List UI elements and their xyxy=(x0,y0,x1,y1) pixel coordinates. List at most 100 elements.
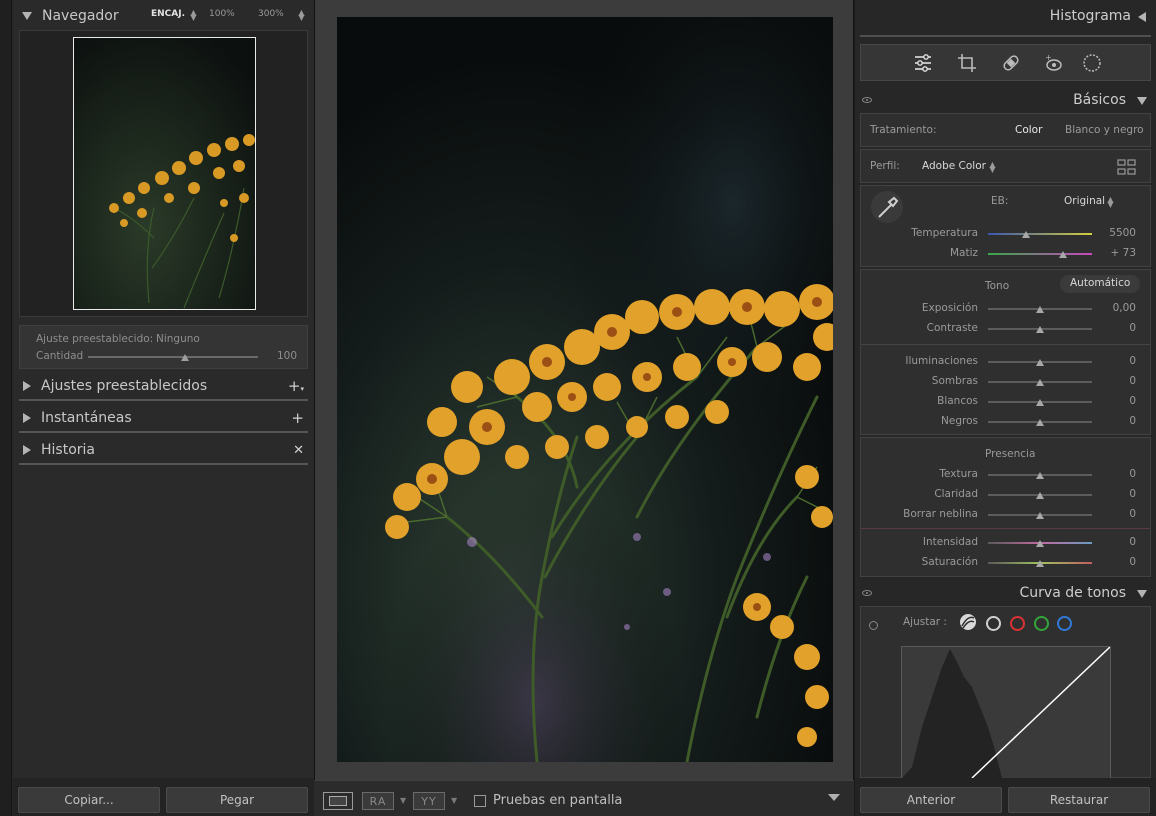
exposure-slider-thumb[interactable] xyxy=(1036,306,1044,313)
ra-dropdown-icon[interactable]: ▼ xyxy=(400,796,406,805)
whites-label: Blancos xyxy=(937,395,978,407)
whites-slider-thumb[interactable] xyxy=(1036,399,1044,406)
zoom-fit-updown-icon[interactable]: ▲ ▼ xyxy=(190,9,197,22)
soft-proof-checkbox[interactable] xyxy=(474,795,486,807)
plus-icon[interactable]: + xyxy=(291,409,304,427)
temperature-slider-thumb[interactable] xyxy=(1022,231,1031,238)
curve-green-channel-button[interactable] xyxy=(1034,616,1049,631)
collapse-triangle-icon[interactable] xyxy=(22,12,32,20)
curve-blue-channel-button[interactable] xyxy=(1057,616,1072,631)
wb-value[interactable]: Original xyxy=(1064,195,1105,207)
profile-value[interactable]: Adobe Color xyxy=(922,160,986,172)
copy-button[interactable]: Copiar... xyxy=(18,787,160,813)
basics-visibility-eye-icon[interactable] xyxy=(862,97,872,103)
section-snapshots[interactable]: Instantáneas + xyxy=(13,404,314,432)
histogram-title[interactable]: Histograma xyxy=(1050,8,1131,24)
basics-title[interactable]: Básicos xyxy=(1073,92,1126,108)
parametric-curve-icon[interactable] xyxy=(959,613,977,631)
shadows-slider-thumb[interactable] xyxy=(1036,379,1044,386)
auto-tone-button[interactable]: Automático xyxy=(1060,275,1141,293)
contrast-slider-thumb[interactable] xyxy=(1036,326,1044,333)
amount-slider[interactable] xyxy=(88,356,258,358)
toolbar-options-dropdown-icon[interactable] xyxy=(828,794,840,801)
sliders-icon[interactable] xyxy=(913,53,933,73)
crop-icon[interactable] xyxy=(957,53,977,73)
section-history-title: Historia xyxy=(41,442,95,458)
expand-triangle-icon[interactable] xyxy=(23,445,31,455)
highlights-slider-thumb[interactable] xyxy=(1036,359,1044,366)
yy-dropdown-icon[interactable]: ▼ xyxy=(451,796,457,805)
red-eye-icon[interactable]: + xyxy=(1044,53,1064,73)
basics-collapse-icon[interactable] xyxy=(1137,97,1147,105)
presence-group: Presencia Textura 0 Claridad 0 Borrar ne… xyxy=(860,437,1151,577)
blacks-value[interactable]: 0 xyxy=(1100,415,1136,427)
temperature-slider[interactable] xyxy=(988,233,1092,235)
tint-value[interactable]: + 73 xyxy=(1100,247,1137,259)
target-adjust-icon[interactable] xyxy=(869,621,878,630)
preset-value[interactable]: Ninguno xyxy=(156,333,200,345)
tint-slider[interactable] xyxy=(988,253,1092,255)
texture-slider-thumb[interactable] xyxy=(1036,472,1044,479)
amount-slider-thumb[interactable] xyxy=(180,354,189,361)
wb-updown-icon[interactable]: ▲ ▼ xyxy=(1107,196,1114,209)
image-canvas[interactable] xyxy=(314,0,854,780)
amount-value[interactable]: 100 xyxy=(264,350,297,362)
vibrance-value[interactable]: 0 xyxy=(1100,536,1136,548)
wb-eyedropper-icon[interactable] xyxy=(870,190,904,224)
navigator-thumbnail[interactable] xyxy=(73,37,256,310)
histogram-collapse-icon[interactable] xyxy=(1138,12,1146,22)
soft-proof-label: Pruebas en pantalla xyxy=(493,793,623,808)
tone-curve-collapse-icon[interactable] xyxy=(1137,590,1147,598)
clarity-slider-thumb[interactable] xyxy=(1036,492,1044,499)
shadows-value[interactable]: 0 xyxy=(1100,375,1136,387)
tone-curve-title[interactable]: Curva de tonos xyxy=(1020,585,1126,601)
curve-red-channel-button[interactable] xyxy=(1010,616,1025,631)
plus-dropdown-icon[interactable]: +▾ xyxy=(288,377,304,395)
section-history[interactable]: Historia ✕ xyxy=(13,436,314,464)
left-panel-edge[interactable] xyxy=(0,0,12,816)
treatment-bw-option[interactable]: Blanco y negro xyxy=(1065,124,1144,136)
curve-visibility-eye-icon[interactable] xyxy=(862,590,872,596)
reset-button[interactable]: Restaurar xyxy=(1008,787,1150,813)
curve-rgb-channel-button[interactable] xyxy=(986,616,1001,631)
tone-curve-graph[interactable] xyxy=(901,646,1111,779)
vibrance-slider-thumb[interactable] xyxy=(1036,540,1044,547)
left-panel: Navegador ENCAJ. ▲ ▼ 100% 300% ▲ ▼ Ajust… xyxy=(0,0,314,816)
blacks-slider-thumb[interactable] xyxy=(1036,419,1044,426)
mask-icon[interactable] xyxy=(1082,53,1102,73)
section-presets[interactable]: Ajustes preestablecidos +▾ xyxy=(13,372,314,400)
dehaze-slider-thumb[interactable] xyxy=(1036,512,1044,519)
paste-button[interactable]: Pegar xyxy=(166,787,308,813)
zoom-300-option[interactable]: 300% xyxy=(258,9,284,19)
healing-icon[interactable] xyxy=(1001,53,1021,73)
treatment-label: Tratamiento: xyxy=(870,124,937,136)
highlights-value[interactable]: 0 xyxy=(1100,355,1136,367)
treatment-color-option[interactable]: Color xyxy=(1015,124,1042,136)
exposure-value[interactable]: 0,00 xyxy=(1100,302,1136,314)
clarity-value[interactable]: 0 xyxy=(1100,488,1136,500)
close-icon[interactable]: ✕ xyxy=(293,443,304,458)
saturation-value[interactable]: 0 xyxy=(1100,556,1136,568)
texture-value[interactable]: 0 xyxy=(1100,468,1136,480)
previous-button[interactable]: Anterior xyxy=(860,787,1002,813)
profile-updown-icon[interactable]: ▲ ▼ xyxy=(989,161,996,174)
compare-ra-button[interactable]: RA xyxy=(362,792,394,810)
main-photo[interactable] xyxy=(337,17,833,762)
expand-triangle-icon[interactable] xyxy=(23,381,31,391)
loupe-view-button[interactable] xyxy=(323,792,353,810)
contrast-value[interactable]: 0 xyxy=(1100,322,1136,334)
dehaze-value[interactable]: 0 xyxy=(1100,508,1136,520)
expand-triangle-icon[interactable] xyxy=(23,413,31,423)
whites-value[interactable]: 0 xyxy=(1100,395,1136,407)
zoom-fit-option[interactable]: ENCAJ. xyxy=(151,9,185,19)
saturation-slider-thumb[interactable] xyxy=(1036,560,1044,567)
bottom-toolbar: RA ▼ YY ▼ Pruebas en pantalla xyxy=(314,780,854,816)
temperature-value[interactable]: 5500 xyxy=(1100,227,1136,239)
compare-yy-button[interactable]: YY xyxy=(413,792,445,810)
presence-divider xyxy=(861,528,1150,529)
profile-browser-grid-icon[interactable] xyxy=(1117,159,1137,175)
zoom-custom-updown-icon[interactable]: ▲ ▼ xyxy=(298,9,305,22)
tint-slider-thumb[interactable] xyxy=(1058,251,1067,258)
texture-label: Textura xyxy=(939,468,978,480)
zoom-100-option[interactable]: 100% xyxy=(209,9,235,19)
